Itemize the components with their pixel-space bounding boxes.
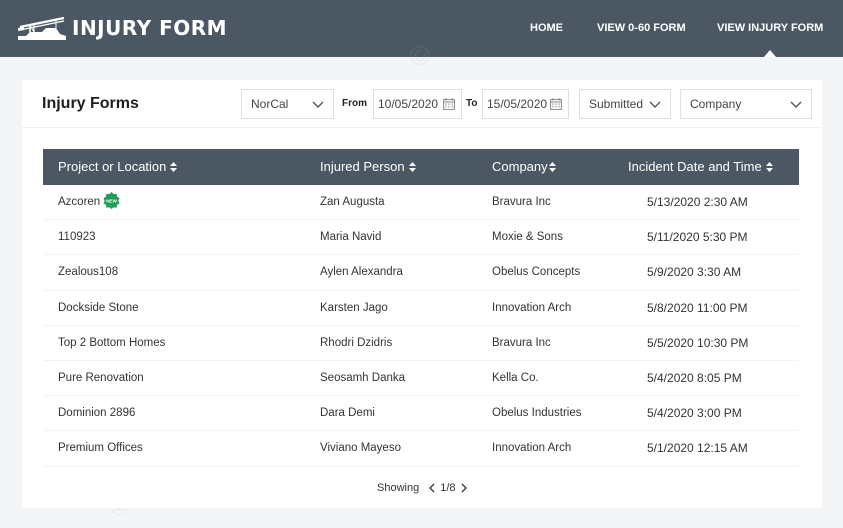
pagination-label: Showing bbox=[377, 482, 420, 494]
cell-project: Premium Offices bbox=[58, 442, 143, 455]
chevron-left-icon[interactable] bbox=[428, 483, 436, 493]
nav-home[interactable]: HOME bbox=[530, 0, 563, 57]
calendar-icon[interactable] bbox=[550, 98, 562, 110]
table-row[interactable]: Top 2 Bottom Homes Rhodri Dzidris Bravur… bbox=[43, 326, 799, 361]
table-row[interactable]: Premium Offices Viviano Mayeso Innovatio… bbox=[43, 431, 799, 467]
cell-company: Bravura Inc bbox=[492, 336, 551, 349]
cell-incident-datetime: 5/8/2020 11:00 PM bbox=[647, 300, 748, 315]
cell-project: Zealous108 bbox=[58, 266, 119, 279]
from-date-value: 10/05/2020 bbox=[378, 97, 439, 111]
cell-injured-person: Dara Demi bbox=[320, 407, 375, 420]
cell-incident-datetime: 5/11/2020 5:30 PM bbox=[647, 230, 748, 245]
nav-home-label: HOME bbox=[530, 22, 563, 34]
cell-injured-person: Zan Augusta bbox=[320, 196, 385, 208]
cell-injured-person: Aylen Alexandra bbox=[320, 266, 403, 279]
cell-project: Pure Renovation bbox=[58, 371, 144, 384]
top-navigation-bar: INJURY FORM HOME VIEW 0-60 FORM VIEW INJ… bbox=[0, 0, 843, 57]
nav-view-injury-form[interactable]: VIEW INJURY FORM bbox=[717, 0, 823, 57]
injury-forms-table: Project or Location Injured Person Compa… bbox=[43, 149, 799, 467]
cell-incident-datetime: 5/9/2020 3:30 AM bbox=[647, 265, 742, 280]
chevron-right-icon[interactable] bbox=[460, 483, 468, 493]
chevron-down-icon bbox=[312, 101, 324, 108]
nav-view-injury-form-label: VIEW INJURY FORM bbox=[717, 22, 824, 34]
cell-company: Obelus Concepts bbox=[492, 266, 581, 279]
cell-project: Dominion 2896 bbox=[58, 407, 136, 420]
cell-incident-datetime: 5/5/2020 10:30 PM bbox=[647, 335, 749, 350]
column-header-label: Company bbox=[492, 159, 548, 174]
nav-view-0-60-form[interactable]: VIEW 0-60 FORM bbox=[597, 0, 686, 57]
company-select[interactable]: Company bbox=[680, 89, 812, 119]
project-name: Azcoren bbox=[58, 196, 101, 208]
to-date-input[interactable]: 15/05/2020 bbox=[482, 89, 569, 119]
column-header-label: Project or Location bbox=[58, 159, 167, 174]
to-label: To bbox=[466, 98, 478, 109]
column-header-incident-date[interactable]: Incident Date and Time bbox=[628, 149, 773, 185]
cell-incident-datetime: 5/13/2020 2:30 AM bbox=[647, 195, 748, 209]
chevron-down-icon bbox=[649, 101, 661, 108]
cell-company: Moxie & Sons bbox=[492, 231, 563, 244]
cell-project: Azcoren NEW bbox=[58, 185, 120, 220]
cell-incident-datetime: 5/4/2020 3:00 PM bbox=[647, 406, 742, 421]
column-header-company[interactable]: Company bbox=[492, 149, 556, 185]
new-badge-icon: NEW bbox=[103, 192, 120, 209]
injury-forms-card: Injury Forms NorCal From 10/05/2020 To 1… bbox=[22, 80, 822, 508]
page-title: Injury Forms bbox=[42, 95, 139, 112]
status-select-value: Submitted bbox=[589, 97, 644, 111]
cell-company: Kella Co. bbox=[492, 371, 539, 384]
from-date-input[interactable]: 10/05/2020 bbox=[373, 89, 462, 119]
cell-injured-person: Seosamh Danka bbox=[320, 371, 406, 384]
from-label: From bbox=[342, 98, 367, 109]
column-header-project[interactable]: Project or Location bbox=[58, 149, 178, 185]
table-row[interactable]: 110923 Maria Navid Moxie & Sons 5/11/202… bbox=[43, 220, 799, 256]
cell-injured-person: Viviano Mayeso bbox=[320, 442, 401, 455]
sort-icon bbox=[548, 162, 556, 172]
cell-injured-person: Rhodri Dzidris bbox=[320, 336, 393, 349]
table-row[interactable]: Azcoren NEW Zan Augusta Bravura Inc 5/13/… bbox=[43, 185, 799, 221]
table-body: Azcoren NEW Zan Augusta Bravura Inc 5/13/… bbox=[43, 185, 799, 467]
active-indicator-caret bbox=[764, 50, 777, 57]
cell-project: Dockside Stone bbox=[58, 301, 139, 314]
svg-text:NEW: NEW bbox=[106, 198, 117, 203]
pagination-page: 1/8 bbox=[440, 482, 456, 494]
chevron-down-icon bbox=[790, 101, 802, 108]
nav-view-0-60-form-label: VIEW 0-60 FORM bbox=[597, 22, 686, 34]
column-header-injured-person[interactable]: Injured Person bbox=[320, 149, 416, 185]
cell-injured-person: Maria Navid bbox=[320, 231, 382, 244]
sort-icon bbox=[765, 162, 773, 172]
table-row[interactable]: Dominion 2896 Dara Demi Obelus Industrie… bbox=[43, 396, 799, 432]
column-header-label: Injured Person bbox=[320, 159, 405, 174]
table-row[interactable]: Pure Renovation Seosamh Danka Kella Co. … bbox=[43, 361, 799, 397]
cell-company: Innovation Arch bbox=[492, 301, 572, 314]
cell-incident-datetime: 5/1/2020 12:15 AM bbox=[647, 441, 748, 456]
cell-company: Obelus Industries bbox=[492, 407, 582, 420]
column-header-label: Incident Date and Time bbox=[628, 159, 762, 174]
cell-injured-person: Karsten Jago bbox=[320, 301, 388, 314]
sort-icon bbox=[408, 162, 416, 172]
table-row[interactable]: Zealous108 Aylen Alexandra Obelus Concep… bbox=[43, 255, 799, 291]
calendar-icon[interactable] bbox=[443, 98, 455, 110]
table-row[interactable]: Dockside Stone Karsten Jago Innovation A… bbox=[43, 291, 799, 326]
filter-bar: Injury Forms NorCal From 10/05/2020 To 1… bbox=[22, 80, 822, 128]
cell-project: Top 2 Bottom Homes bbox=[58, 336, 166, 349]
to-date-value: 15/05/2020 bbox=[487, 97, 548, 111]
region-select[interactable]: NorCal bbox=[241, 89, 334, 119]
main-nav: HOME VIEW 0-60 FORM VIEW INJURY FORM bbox=[0, 0, 843, 57]
company-select-value: Company bbox=[690, 97, 742, 111]
sort-icon bbox=[170, 162, 178, 172]
cell-company: Bravura Inc bbox=[492, 196, 551, 208]
table-header: Project or Location Injured Person Compa… bbox=[43, 149, 799, 185]
cell-incident-datetime: 5/4/2020 8:05 PM bbox=[647, 370, 742, 385]
status-select[interactable]: Submitted bbox=[579, 89, 671, 119]
region-select-value: NorCal bbox=[251, 97, 289, 111]
cell-company: Innovation Arch bbox=[492, 442, 572, 455]
cell-project: 110923 bbox=[58, 231, 96, 244]
